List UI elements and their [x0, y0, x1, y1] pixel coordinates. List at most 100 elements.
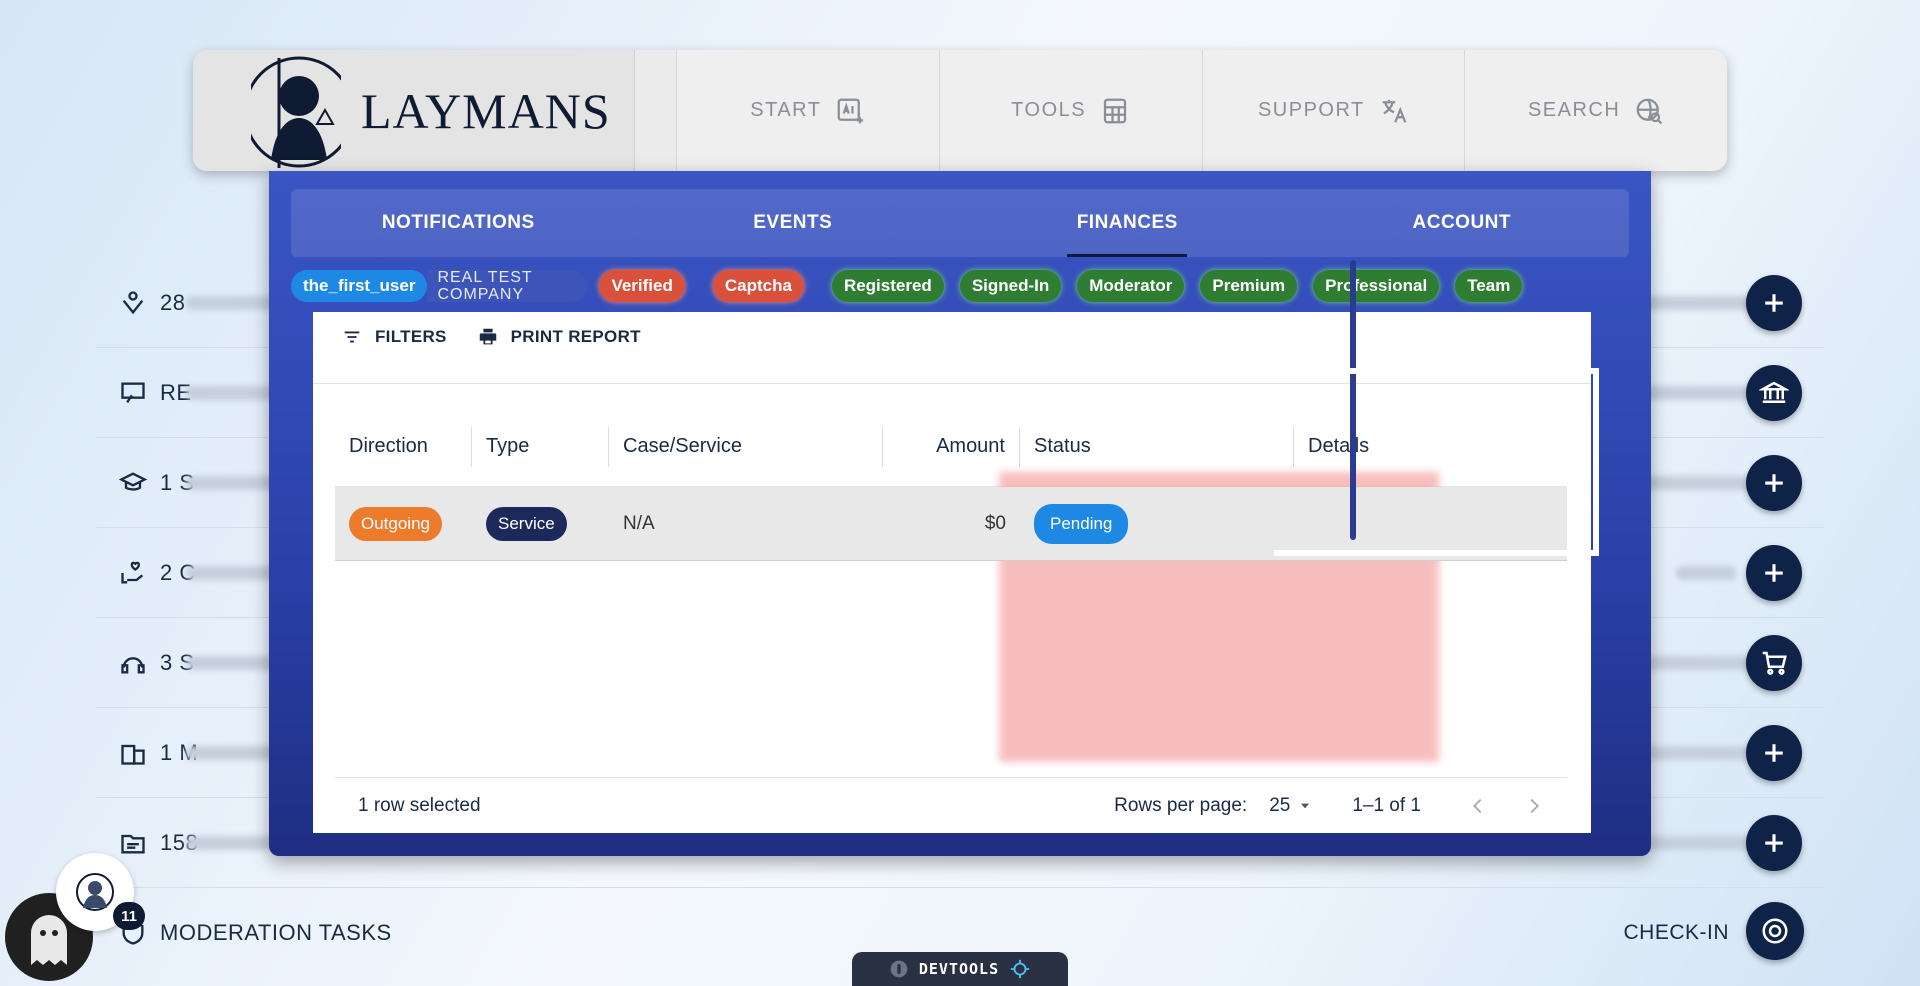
badge-professional: Professional: [1313, 270, 1440, 302]
badge-moderator: Moderator: [1077, 270, 1185, 302]
filters-button[interactable]: FILTERS: [341, 326, 447, 348]
blurred-text: [186, 565, 276, 580]
rows-per-page-select[interactable]: 25: [1269, 795, 1312, 817]
search-globe-icon: [1636, 98, 1663, 124]
tab-finances[interactable]: FINANCES: [960, 189, 1295, 257]
tab-account[interactable]: ACCOUNT: [1295, 189, 1630, 257]
lady-justice-icon: [251, 56, 341, 168]
laymans-logo-icon: [76, 873, 114, 911]
nav-tools-label: TOOLS: [1011, 99, 1087, 121]
headset-icon: [118, 648, 148, 678]
blurred-text: [1636, 385, 1756, 400]
badge-registered: Registered: [831, 270, 944, 302]
column-case-service[interactable]: Case/Service: [609, 426, 883, 467]
blurred-text: [1636, 745, 1756, 760]
nav-start-label: START: [750, 99, 822, 121]
teacher-board-icon: [118, 378, 148, 408]
add-button[interactable]: [1746, 545, 1802, 601]
devtools-shield-icon: [890, 960, 908, 978]
print-report-label: PRINT REPORT: [510, 327, 641, 346]
blurred-text: [1676, 565, 1736, 580]
lifebuoy-icon: [1762, 918, 1788, 944]
plus-icon: [1765, 474, 1783, 492]
brand-logo[interactable]: LAYMANS: [193, 50, 635, 171]
devtools-tab[interactable]: DEVTOOLS: [852, 952, 1068, 986]
hand-heart-icon: [118, 558, 148, 588]
filter-icon: [344, 331, 360, 343]
badge-captcha: Captcha: [712, 270, 804, 302]
plus-icon: [1765, 744, 1783, 762]
bank-icon: [1759, 381, 1789, 403]
blurred-text: [186, 475, 276, 490]
column-direction[interactable]: Direction: [335, 426, 472, 467]
inbox-user-icon: [118, 288, 148, 318]
table-footer: 1 row selected Rows per page: 25 1–1 of …: [335, 777, 1567, 833]
filters-label: FILTERS: [375, 327, 447, 346]
nav-search-label: SEARCH: [1527, 99, 1621, 121]
cart-icon: [1762, 651, 1787, 675]
print-report-button[interactable]: PRINT REPORT: [477, 326, 641, 348]
check-in-button[interactable]: [1746, 902, 1804, 960]
cart-button[interactable]: [1746, 635, 1802, 691]
building-icon: [118, 738, 148, 768]
graduation-cap-icon: [118, 468, 148, 498]
devtools-label: DEVTOOLS: [918, 960, 1000, 978]
dropdown-arrow-icon: [1301, 803, 1310, 808]
previous-page-icon[interactable]: [1467, 795, 1489, 817]
add-button[interactable]: [1746, 455, 1802, 511]
cell-amount: $0: [984, 512, 1006, 534]
nav-start[interactable]: START: [677, 50, 940, 171]
column-amount[interactable]: Amount: [883, 426, 1020, 467]
check-in-label[interactable]: CHECK-IN: [1623, 921, 1729, 945]
blurred-text: [186, 835, 276, 850]
nav-tools[interactable]: TOOLS: [940, 50, 1203, 171]
ai-icon: [838, 98, 864, 123]
blurred-text: [186, 385, 276, 400]
blurred-text: [1636, 655, 1756, 670]
badge-premium: Premium: [1200, 270, 1298, 302]
cell-direction: Outgoing: [335, 506, 472, 541]
row-label: 28: [160, 289, 186, 315]
rows-per-page-value: 25: [1269, 794, 1291, 816]
nav-search[interactable]: SEARCH: [1465, 50, 1727, 171]
pagination-range: 1–1 of 1: [1352, 794, 1421, 816]
add-button[interactable]: [1746, 725, 1802, 781]
tab-notifications[interactable]: NOTIFICATIONS: [291, 189, 626, 257]
column-type[interactable]: Type: [472, 426, 609, 467]
bank-button[interactable]: [1746, 365, 1802, 421]
company-line1: REAL TEST: [437, 269, 533, 286]
blurred-text: [1636, 835, 1756, 850]
next-page-icon[interactable]: [1523, 795, 1545, 817]
brand-name: LAYMANS: [361, 82, 611, 139]
print-icon: [479, 328, 496, 345]
blurred-text: [186, 295, 276, 310]
add-button[interactable]: [1746, 275, 1802, 331]
crosshair-icon: [1010, 959, 1030, 979]
add-button[interactable]: [1746, 815, 1802, 871]
plus-icon: [1765, 564, 1783, 582]
plus-icon: [1765, 834, 1783, 852]
username-badge[interactable]: the_first_user: [291, 270, 428, 302]
tab-events[interactable]: EVENTS: [626, 189, 961, 257]
blurred-text: [186, 745, 276, 760]
selected-count: 1 row selected: [358, 794, 481, 816]
badge-verified: Verified: [599, 270, 685, 302]
direction-chip: Outgoing: [349, 506, 442, 541]
column-status[interactable]: Status: [1020, 426, 1294, 467]
moderation-tasks-label: MODERATION TASKS: [160, 920, 392, 945]
overlay-frame: [1274, 368, 1599, 556]
translate-icon: [1382, 99, 1407, 123]
nav-divider: [635, 50, 677, 171]
rows-per-page-label: Rows per page:: [1114, 794, 1248, 816]
company-line2: COMPANY: [437, 286, 525, 303]
nav-support[interactable]: SUPPORT: [1203, 50, 1466, 171]
top-navigation-bar: LAYMANS START TOOLS SUPPORT SEARCH: [193, 50, 1727, 171]
status-chip: Pending: [1034, 503, 1129, 544]
blurred-text: [186, 655, 276, 670]
cell-type: Service: [472, 506, 609, 541]
plus-icon: [1765, 294, 1783, 312]
company-badge[interactable]: REAL TEST COMPANY: [427, 269, 588, 303]
cell-status: Pending: [1020, 503, 1294, 544]
notification-count-badge: 11: [113, 902, 145, 930]
nav-support-label: SUPPORT: [1257, 99, 1365, 121]
